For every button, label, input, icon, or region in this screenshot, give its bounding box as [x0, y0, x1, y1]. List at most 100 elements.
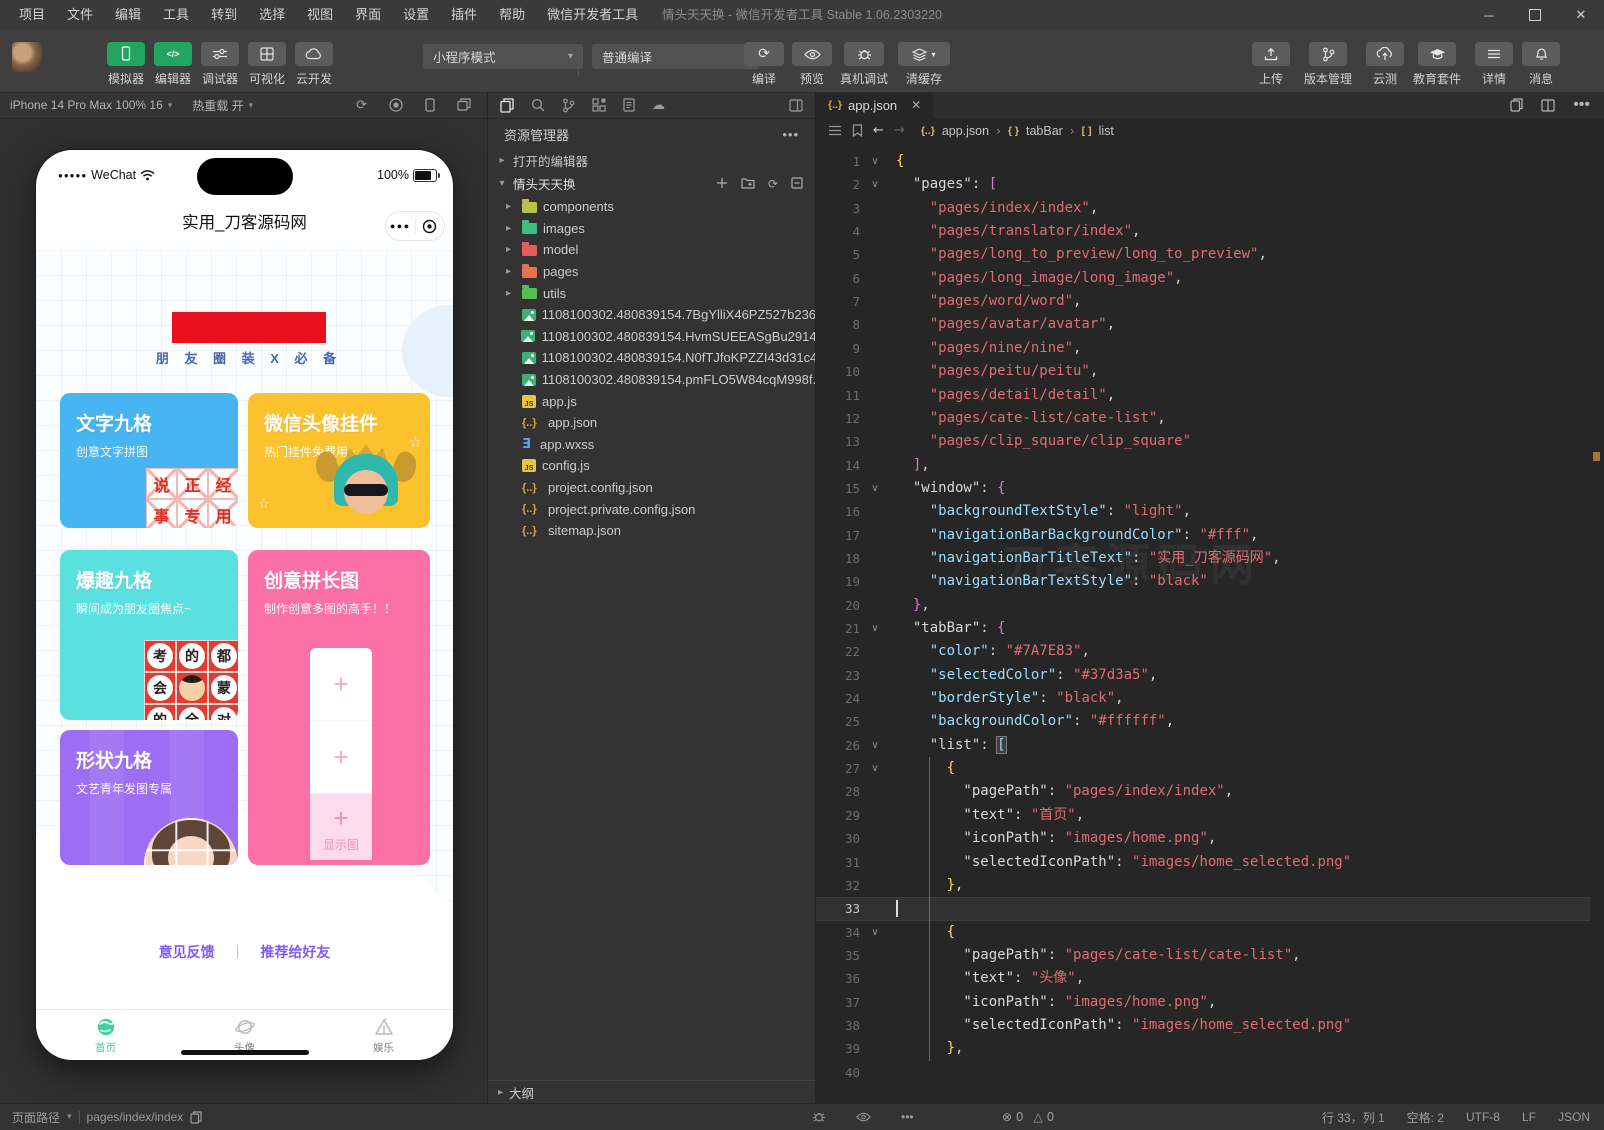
code-line-4[interactable]: 4 "pages/translator/index", — [816, 220, 1590, 243]
code-line-20[interactable]: 20 }, — [816, 594, 1590, 617]
menu-item[interactable]: 项目 — [8, 0, 56, 30]
tree-folder-components[interactable]: ▸components — [488, 196, 815, 218]
code-line-38[interactable]: 38 "selectedIconPath": "images/home_sele… — [816, 1014, 1590, 1037]
code-line-22[interactable]: 22 "color": "#7A7E83", — [816, 640, 1590, 663]
code-line-16[interactable]: 16 "backgroundTextStyle": "light", — [816, 500, 1590, 523]
cloud-small-icon[interactable]: ☁ — [652, 98, 665, 113]
tree-file-config.js[interactable]: config.js — [488, 455, 815, 477]
code-line-26[interactable]: 26∨ "list": [ — [816, 734, 1590, 757]
recommend-link[interactable]: 推荐给好友 — [260, 944, 330, 960]
preview-status-icon[interactable] — [856, 1112, 871, 1122]
user-avatar[interactable] — [12, 42, 42, 72]
code-line-37[interactable]: 37 "iconPath": "images/home.png", — [816, 991, 1590, 1014]
card-long-image[interactable]: 创意拼长图 制作创意多图的高手！！ + + + 显示图 — [248, 550, 430, 865]
fold-chevron-icon[interactable]: ∨ — [868, 734, 882, 757]
close-icon[interactable]: ✕ — [1558, 0, 1604, 30]
tree-file-sitemap.json[interactable]: sitemap.json — [488, 520, 815, 542]
breadcrumb-tabbar[interactable]: tabBar — [1026, 124, 1063, 138]
code-line-13[interactable]: 13 "pages/clip_square/clip_square" — [816, 430, 1590, 453]
device-debug-button[interactable]: 真机调试 — [833, 42, 895, 87]
copy-icon[interactable] — [190, 1111, 202, 1124]
fold-chevron-icon[interactable]: ∨ — [868, 477, 882, 500]
code-line-1[interactable]: 1∨{ — [816, 150, 1590, 173]
compile-button[interactable]: ⟳ 编译 — [742, 42, 786, 87]
code-line-5[interactable]: 5 "pages/long_to_preview/long_to_preview… — [816, 243, 1590, 266]
multi-window-icon[interactable] — [457, 98, 471, 113]
code-line-30[interactable]: 30 "iconPath": "images/home.png", — [816, 827, 1590, 850]
tree-file-project.config.json[interactable]: project.config.json — [488, 477, 815, 499]
fold-chevron-icon[interactable]: ∨ — [868, 617, 882, 640]
details-button[interactable]: 详情 — [1471, 42, 1517, 87]
code-line-12[interactable]: 12 "pages/cate-list/cate-list", — [816, 407, 1590, 430]
more-status-icon[interactable]: ••• — [901, 1110, 914, 1124]
project-root[interactable]: ▾ 情头天天换 ⟳ — [488, 172, 815, 195]
code-line-34[interactable]: 34∨ { — [816, 921, 1590, 944]
menu-item[interactable]: 视图 — [296, 0, 344, 30]
collapse-all-icon[interactable] — [791, 177, 803, 191]
menu-item[interactable]: 帮助 — [488, 0, 536, 30]
code-line-6[interactable]: 6 "pages/long_image/long_image", — [816, 267, 1590, 290]
menu-item[interactable]: 工具 — [152, 0, 200, 30]
code-line-36[interactable]: 36 "text": "头像", — [816, 967, 1590, 990]
compile-mode-select[interactable]: 普通编译 ▾ — [592, 44, 760, 69]
code-line-35[interactable]: 35 "pagePath": "pages/cate-list/cate-lis… — [816, 944, 1590, 967]
simulator-toggle-button[interactable]: 模拟器 — [103, 42, 149, 87]
tree-folder-model[interactable]: ▸model — [488, 239, 815, 261]
code-line-28[interactable]: 28 "pagePath": "pages/index/index", — [816, 780, 1590, 803]
fold-chevron-icon[interactable]: ∨ — [868, 173, 882, 196]
new-folder-icon[interactable] — [741, 177, 755, 191]
code-line-24[interactable]: 24 "borderStyle": "black", — [816, 687, 1590, 710]
code-line-19[interactable]: 19 "navigationBarTextStyle": "black" — [816, 570, 1590, 593]
indentation[interactable]: 空格: 2 — [1407, 1109, 1444, 1126]
menu-item[interactable]: 设置 — [392, 0, 440, 30]
file-doc-icon[interactable] — [623, 98, 635, 112]
code-line-29[interactable]: 29 "text": "首页", — [816, 804, 1590, 827]
menu-item[interactable]: 界面 — [344, 0, 392, 30]
language-mode[interactable]: JSON — [1558, 1110, 1590, 1124]
clear-cache-button[interactable]: ▾ 清缓存 — [898, 42, 950, 87]
tree-file-1108100302.480839154[interactable]: 1108100302.480839154.pmFLO5W84cqM998f... — [488, 369, 815, 391]
code-line-9[interactable]: 9 "pages/nine/nine", — [816, 337, 1590, 360]
fold-chevron-icon[interactable]: ∨ — [868, 921, 882, 944]
bookmark-icon[interactable] — [852, 124, 863, 137]
card-avatar-hanger[interactable]: 微信头像挂件 热门挂件免费用~ ☆ ☆ — [248, 393, 430, 528]
code-line-25[interactable]: 25 "backgroundColor": "#ffffff", — [816, 710, 1590, 733]
code-line-27[interactable]: 27∨ { — [816, 757, 1590, 780]
refresh-icon[interactable]: ⟳ — [768, 177, 778, 191]
visualizer-toggle-button[interactable]: 可视化 — [244, 42, 290, 87]
tree-file-1108100302.480839154[interactable]: 1108100302.480839154.N0fTJfoKPZZI43d31c4… — [488, 347, 815, 369]
code-line-40[interactable]: 40 — [816, 1061, 1590, 1084]
debug-status-icon[interactable] — [812, 1110, 826, 1124]
git-branch-icon[interactable] — [562, 98, 575, 113]
tree-folder-pages[interactable]: ▸pages — [488, 261, 815, 283]
banner-image[interactable] — [172, 312, 326, 343]
panel-layout-icon[interactable] — [789, 99, 803, 112]
tree-folder-images[interactable]: ▸images — [488, 218, 815, 240]
code-line-18[interactable]: 18 "navigationBarTitleText": "实用_刀客源码网", — [816, 547, 1590, 570]
code-editor[interactable]: 刀客源码网 1∨{2∨ "pages": [3 "pages/index/ind… — [816, 143, 1604, 1104]
open-editors-section[interactable]: ▸ 打开的编辑器 — [488, 149, 815, 172]
nav-back-icon[interactable]: ← — [873, 123, 884, 138]
education-kit-button[interactable]: 教育套件 — [1408, 42, 1466, 87]
tree-file-1108100302.480839154[interactable]: 1108100302.480839154.HvmSUEEASgBu2914f..… — [488, 326, 815, 348]
messages-button[interactable]: 消息 — [1518, 42, 1564, 87]
more-dots-icon[interactable]: ●●● — [386, 221, 415, 231]
code-line-33[interactable]: 33 — [816, 897, 1590, 920]
code-line-17[interactable]: 17 "navigationBarBackgroundColor": "#fff… — [816, 524, 1590, 547]
outline-section[interactable]: ▸ 大纲 — [488, 1080, 815, 1104]
hot-reload-toggle[interactable]: 热重载 开▾ — [182, 97, 263, 114]
close-tab-icon[interactable]: ✕ — [911, 98, 921, 112]
device-select[interactable]: iPhone 14 Pro Max 100% 16▾ — [0, 98, 182, 112]
fold-chevron-icon[interactable]: ∨ — [868, 150, 882, 173]
editor-toggle-button[interactable]: </> 编辑器 — [150, 42, 196, 87]
menu-item[interactable]: 转到 — [200, 0, 248, 30]
maximize-icon[interactable] — [1512, 0, 1558, 30]
tree-file-project.private.conf[interactable]: project.private.config.json — [488, 498, 815, 520]
tree-file-app.js[interactable]: app.js — [488, 390, 815, 412]
tab-fun[interactable]: 娱乐 — [314, 1010, 453, 1060]
tab-home[interactable]: 首页 — [36, 1010, 175, 1060]
menu-item[interactable]: 插件 — [440, 0, 488, 30]
breadcrumb-file[interactable]: app.json — [942, 124, 989, 138]
menu-item[interactable]: 微信开发者工具 — [536, 0, 649, 30]
card-shape-nine-grid[interactable]: 形状九格 文艺青年发图专属 — [60, 730, 238, 865]
